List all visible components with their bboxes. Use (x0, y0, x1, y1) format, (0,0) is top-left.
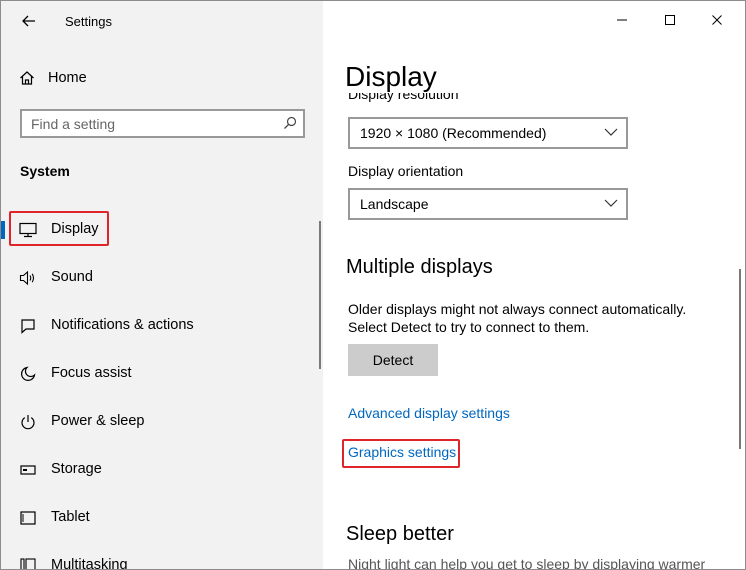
speaker-icon (19, 269, 37, 287)
moon-icon (19, 365, 37, 383)
sidebar-item-storage[interactable]: Storage (1, 448, 323, 492)
sidebar: Settings Home System Display Sound (1, 1, 323, 569)
sidebar-item-label: Notifications & actions (51, 317, 194, 333)
multitasking-icon (19, 557, 37, 569)
orientation-dropdown[interactable]: Landscape (348, 188, 628, 220)
multiple-displays-description: Older displays might not always connect … (348, 300, 718, 336)
window-title: Settings (65, 14, 112, 29)
description-line: Select Detect to try to connect to them. (348, 319, 590, 335)
close-icon (712, 15, 722, 25)
detect-button[interactable]: Detect (348, 344, 438, 376)
minimize-button[interactable] (599, 5, 645, 35)
resolution-label-clip: Display resolution (348, 93, 528, 107)
sleep-better-heading: Sleep better (346, 523, 454, 545)
sidebar-item-focus-assist[interactable]: Focus assist (1, 352, 323, 396)
sidebar-item-power-sleep[interactable]: Power & sleep (1, 400, 323, 444)
settings-window: Settings Home System Display Sound (0, 0, 746, 570)
search-icon[interactable] (283, 116, 297, 130)
back-button[interactable] (15, 7, 43, 35)
close-button[interactable] (694, 5, 740, 35)
page-title: Display (345, 61, 437, 92)
sidebar-item-tablet[interactable]: Tablet (1, 496, 323, 540)
tablet-icon (19, 509, 37, 527)
sidebar-item-multitasking[interactable]: Multitasking (1, 544, 323, 569)
notification-icon (19, 317, 37, 335)
multiple-displays-heading: Multiple displays (346, 256, 493, 278)
sidebar-item-label: Storage (51, 461, 102, 477)
minimize-icon (617, 19, 627, 21)
storage-icon (19, 461, 37, 479)
power-icon (19, 413, 37, 431)
resolution-dropdown[interactable]: 1920 × 1080 (Recommended) (348, 117, 628, 149)
search-input[interactable] (31, 115, 271, 133)
chevron-down-icon (604, 199, 618, 207)
sidebar-item-label: Focus assist (51, 365, 132, 381)
main-scrollbar[interactable] (739, 269, 741, 449)
sidebar-item-home[interactable]: Home (19, 65, 87, 91)
sidebar-item-sound[interactable]: Sound (1, 256, 323, 300)
sidebar-item-display[interactable]: Display (1, 208, 323, 252)
graphics-settings-link[interactable]: Graphics settings (348, 444, 456, 460)
description-line: Older displays might not always connect … (348, 301, 687, 317)
maximize-button[interactable] (647, 5, 693, 35)
sidebar-item-notifications[interactable]: Notifications & actions (1, 304, 323, 348)
orientation-value: Landscape (360, 196, 429, 212)
sidebar-item-label: Power & sleep (51, 413, 145, 429)
monitor-icon (19, 221, 37, 239)
sidebar-item-label: Multitasking (51, 557, 128, 569)
advanced-display-settings-link[interactable]: Advanced display settings (348, 405, 510, 421)
section-label: System (20, 163, 70, 179)
resolution-value: 1920 × 1080 (Recommended) (360, 125, 547, 141)
orientation-label: Display orientation (348, 163, 464, 179)
chevron-down-icon (604, 128, 618, 136)
home-label: Home (48, 70, 87, 86)
maximize-icon (665, 15, 675, 25)
main-pane: Display Display resolution 1920 × 1080 (… (323, 1, 745, 569)
sleep-better-description: Night light can help you get to sleep by… (348, 556, 706, 569)
resolution-label: Display resolution (348, 93, 459, 102)
sidebar-item-label: Sound (51, 269, 93, 285)
home-icon (20, 71, 34, 85)
sidebar-item-label: Tablet (51, 509, 90, 525)
sidebar-item-label: Display (51, 221, 99, 237)
active-indicator (1, 221, 5, 239)
back-arrow-icon (22, 15, 35, 27)
search-box[interactable] (20, 109, 305, 138)
sidebar-scrollbar[interactable] (319, 221, 321, 369)
